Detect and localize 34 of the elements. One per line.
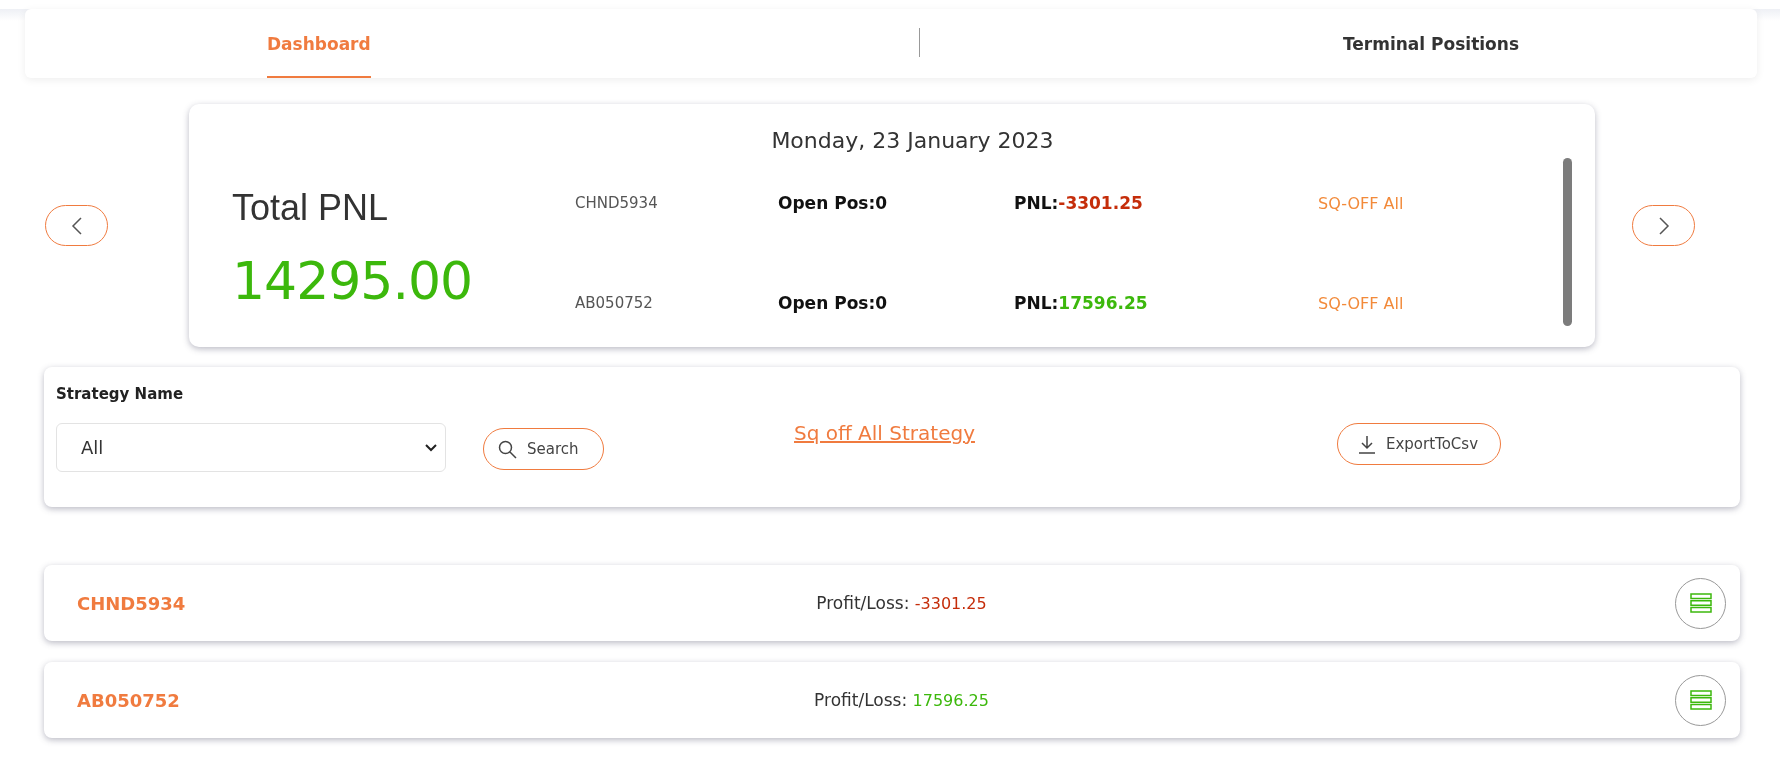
total-pnl-label: Total PNL [232,187,390,229]
sq-off-all-link[interactable]: SQ-OFF All [1318,193,1404,213]
account-id: CHND5934 [575,194,659,212]
strategy-name[interactable]: AB050752 [77,689,180,711]
next-button[interactable] [1632,205,1695,246]
strategy-name[interactable]: CHND5934 [77,592,186,614]
chevron-right-icon [1657,216,1670,235]
details-button[interactable] [1675,674,1726,726]
scrollbar[interactable] [1563,158,1572,326]
open-positions: Open Pos:0 [778,193,888,213]
nav-tab[interactable]: Terminal Positions [1342,9,1520,78]
date-heading: Monday, 23 January 2023 [770,128,1055,153]
export-csv-button[interactable]: ExportToCsv [1336,423,1501,465]
strategy-select[interactable]: All [56,423,446,472]
chevron-down-icon [425,443,437,452]
previous-button[interactable] [45,205,108,246]
search-button[interactable]: Search [483,428,604,470]
account-pnl: PNL:-3301.25 [1014,193,1143,213]
download-icon [1357,434,1376,454]
account-pnl: PNL:17596.25 [1014,293,1148,313]
details-button[interactable] [1675,577,1726,629]
open-positions: Open Pos:0 [778,293,888,313]
strategy-name-label: Strategy Name [56,385,185,403]
nav-tab[interactable]: Dashboard [267,9,371,78]
search-icon [498,439,517,459]
profit-loss-text: Profit/Loss: -3301.25 [816,593,987,613]
list-icon [1689,593,1712,613]
chevron-left-icon [70,216,83,235]
profit-loss-text: Profit/Loss: 17596.25 [814,690,989,710]
list-icon [1689,690,1712,710]
account-id: AB050752 [575,294,654,312]
total-pnl-value: 14295.00 [232,251,474,311]
sq-off-all-strategy-link[interactable]: Sq off All Strategy [794,421,975,445]
sq-off-all-link[interactable]: SQ-OFF All [1318,293,1404,313]
